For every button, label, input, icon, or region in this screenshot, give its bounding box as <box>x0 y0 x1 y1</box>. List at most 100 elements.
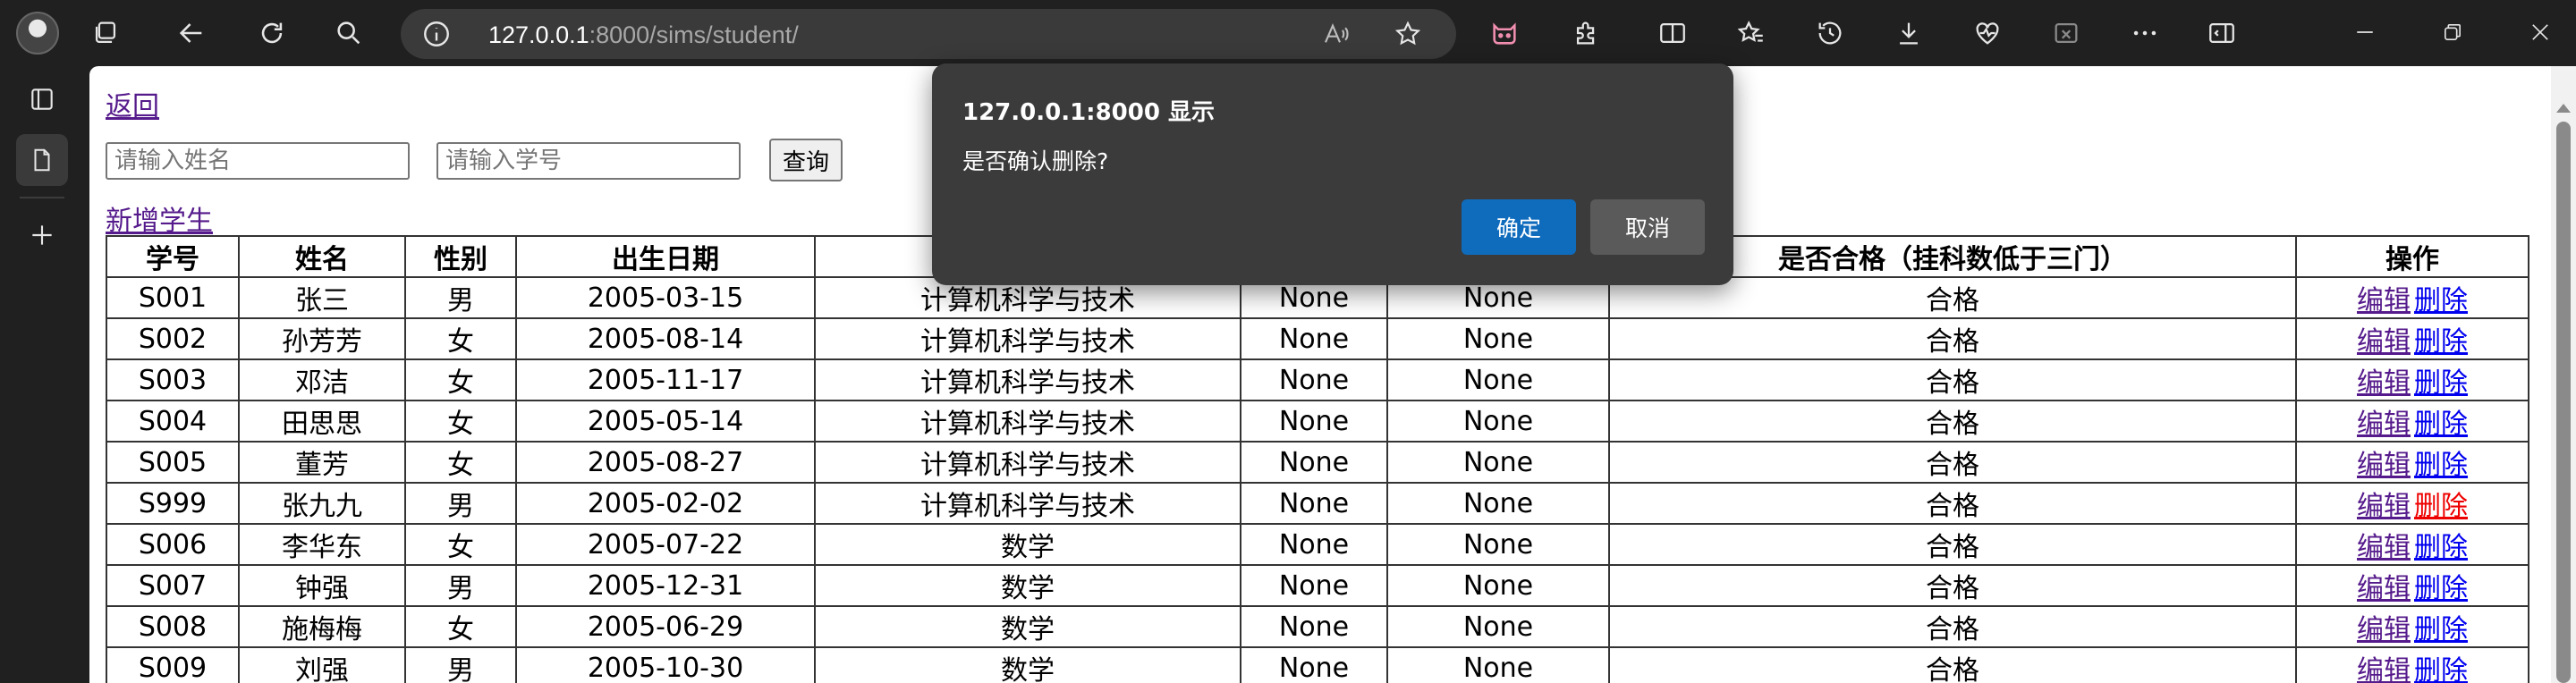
header-student-id: 学号 <box>106 235 240 278</box>
cell-actions: 编辑 删除 <box>2295 276 2529 319</box>
edit-link[interactable]: 编辑 <box>2357 655 2411 683</box>
cell-col6: None <box>1240 605 1388 648</box>
cell-col6: None <box>1240 482 1388 525</box>
scroll-thumb[interactable] <box>2556 122 2571 683</box>
cell-birth-date: 2005-03-15 <box>515 276 816 319</box>
read-aloud-icon[interactable] <box>1322 20 1351 52</box>
close-window-icon[interactable] <box>2522 14 2558 50</box>
refresh-icon[interactable] <box>256 17 288 49</box>
table-row: S009 刘强男 2005-10-30 数学 None None 合格 编辑 删除 <box>106 646 2529 683</box>
cell-col6: None <box>1240 523 1388 566</box>
delete-link[interactable]: 删除 <box>2414 614 2468 645</box>
delete-link[interactable]: 删除 <box>2414 450 2468 481</box>
cell-name: 董芳 <box>238 441 406 484</box>
delete-link[interactable]: 删除 <box>2414 285 2468 316</box>
url-text: 127.0.0.1:8000/sims/student/ <box>488 21 799 49</box>
cell-birth-date: 2005-06-29 <box>515 605 816 648</box>
split-screen-icon[interactable] <box>1657 17 1689 49</box>
workspaces-icon[interactable] <box>89 17 122 49</box>
confirm-delete-dialog: 127.0.0.1:8000 显示 是否确认删除? 确定 取消 <box>932 63 1733 285</box>
edit-link[interactable]: 编辑 <box>2357 450 2411 481</box>
back-link[interactable]: 返回 <box>106 84 159 123</box>
cell-col7: None <box>1386 646 1610 683</box>
delete-link[interactable]: 删除 <box>2414 532 2468 563</box>
table-body: S001 张三男 2005-03-15 计算机科学与技术 None None 合格 编辑 删除 S… <box>106 276 2529 683</box>
cell-name: 钟强 <box>238 564 406 607</box>
cell-student-id: S001 <box>106 276 240 319</box>
edit-link[interactable]: 编辑 <box>2357 367 2411 399</box>
more-options-icon[interactable] <box>2129 17 2161 49</box>
cell-major: 数学 <box>814 646 1241 683</box>
add-student-link[interactable]: 新增学生 <box>106 198 213 238</box>
tab-actions-icon[interactable] <box>16 73 68 125</box>
cell-col7: None <box>1386 523 1610 566</box>
cell-gender: 女 <box>404 400 517 443</box>
extension-cat-icon[interactable] <box>1488 17 1521 49</box>
cell-name: 田思思 <box>238 400 406 443</box>
cell-gender: 女 <box>404 441 517 484</box>
delete-link[interactable]: 删除 <box>2414 367 2468 399</box>
restore-icon[interactable] <box>2435 14 2470 50</box>
cell-gender: 女 <box>404 358 517 401</box>
edit-link[interactable]: 编辑 <box>2357 614 2411 645</box>
vertical-scrollbar[interactable] <box>2551 66 2576 683</box>
favorites-icon[interactable] <box>1735 17 1767 49</box>
sidebar-toggle-icon[interactable] <box>2206 17 2238 49</box>
extensions-puzzle-icon[interactable] <box>1571 17 1603 49</box>
cell-student-id: S999 <box>106 482 240 525</box>
url-path: :8000/sims/student/ <box>589 21 799 48</box>
dialog-ok-button[interactable]: 确定 <box>1462 199 1576 255</box>
cell-student-id: S004 <box>106 400 240 443</box>
cell-gender: 女 <box>404 605 517 648</box>
favorite-star-icon[interactable] <box>1394 20 1422 52</box>
address-bar[interactable]: 127.0.0.1:8000/sims/student/ <box>401 9 1456 59</box>
delete-link[interactable]: 删除 <box>2414 491 2468 522</box>
cell-actions: 编辑 删除 <box>2295 358 2529 401</box>
table-row: S999 张九九男 2005-02-02 计算机科学与技术 None None 合格 编辑 删除 <box>106 482 2529 525</box>
edit-link[interactable]: 编辑 <box>2357 285 2411 316</box>
downloads-icon[interactable] <box>1893 17 1925 49</box>
edit-link[interactable]: 编辑 <box>2357 326 2411 358</box>
edit-link[interactable]: 编辑 <box>2357 532 2411 563</box>
cell-student-id: S005 <box>106 441 240 484</box>
edit-link[interactable]: 编辑 <box>2357 573 2411 604</box>
cell-actions: 编辑 删除 <box>2295 646 2529 683</box>
cell-name: 张三 <box>238 276 406 319</box>
name-search-input[interactable] <box>106 142 410 180</box>
cell-col7: None <box>1386 358 1610 401</box>
cell-actions: 编辑 删除 <box>2295 564 2529 607</box>
cell-major: 计算机科学与技术 <box>814 317 1241 360</box>
delete-link[interactable]: 删除 <box>2414 573 2468 604</box>
cell-actions: 编辑 删除 <box>2295 605 2529 648</box>
back-arrow-icon[interactable] <box>175 17 208 49</box>
search-icon[interactable] <box>333 17 365 49</box>
cell-gender: 女 <box>404 317 517 360</box>
delete-link[interactable]: 删除 <box>2414 409 2468 440</box>
current-tab-page-icon[interactable] <box>16 134 68 186</box>
cell-actions: 编辑 删除 <box>2295 400 2529 443</box>
query-button[interactable]: 查询 <box>769 139 843 181</box>
delete-link[interactable]: 删除 <box>2414 655 2468 683</box>
scroll-up-arrow-icon[interactable] <box>2556 104 2571 113</box>
dialog-cancel-button[interactable]: 取消 <box>1590 199 1705 255</box>
browser-toolbar: 127.0.0.1:8000/sims/student/ <box>0 0 2576 66</box>
minimize-icon[interactable] <box>2347 14 2383 50</box>
table-row: S005 董芳女 2005-08-27 计算机科学与技术 None None 合格 编辑 删除 <box>106 441 2529 484</box>
cell-birth-date: 2005-12-31 <box>515 564 816 607</box>
table-row: S008 施梅梅女 2005-06-29 数学 None None 合格 编辑 删除 <box>106 605 2529 648</box>
cell-pass-status: 合格 <box>1608 400 2297 443</box>
table-row: S007 钟强男 2005-12-31 数学 None None 合格 编辑 删除 <box>106 564 2529 607</box>
edit-link[interactable]: 编辑 <box>2357 491 2411 522</box>
cell-birth-date: 2005-02-02 <box>515 482 816 525</box>
delete-link[interactable]: 删除 <box>2414 326 2468 358</box>
new-tab-plus-icon[interactable] <box>16 209 68 261</box>
cell-birth-date: 2005-10-30 <box>515 646 816 683</box>
edit-link[interactable]: 编辑 <box>2357 409 2411 440</box>
screenshot-icon[interactable] <box>2050 17 2082 49</box>
performance-heart-icon[interactable] <box>1971 17 2004 49</box>
site-info-icon[interactable] <box>420 18 453 54</box>
history-icon[interactable] <box>1814 17 1846 49</box>
profile-avatar[interactable] <box>16 12 59 55</box>
dialog-title: 127.0.0.1:8000 显示 <box>962 99 1215 126</box>
student-id-search-input[interactable] <box>436 142 741 180</box>
